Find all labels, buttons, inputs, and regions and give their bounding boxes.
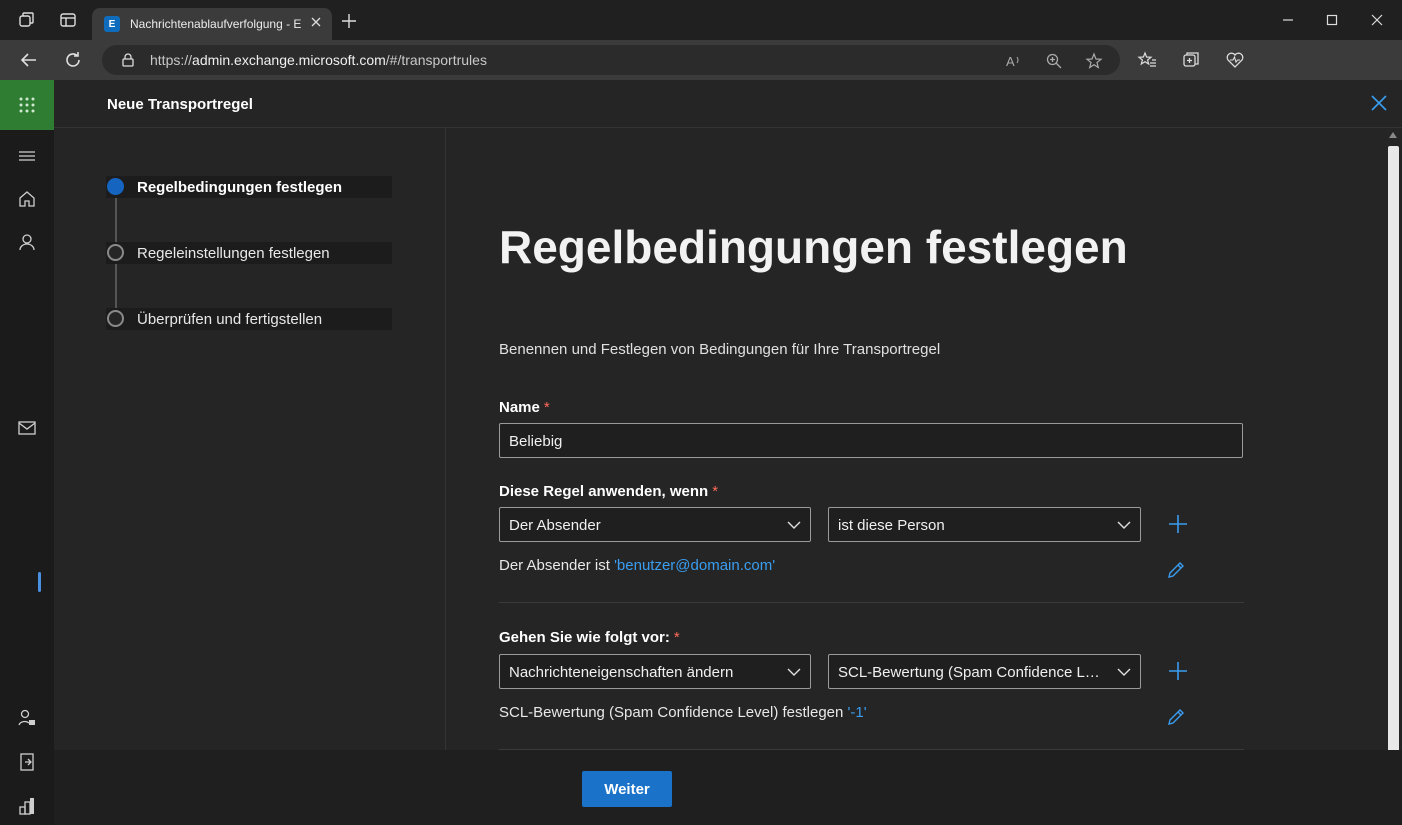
name-label: Name *: [499, 399, 550, 416]
dropdown-value: Nachrichteneigenschaften ändern: [509, 664, 734, 681]
page-description: Benennen und Festlegen von Bedingungen f…: [499, 341, 941, 358]
url-text: https://admin.exchange.microsoft.com/#/t…: [150, 52, 487, 68]
workspaces-icon[interactable]: [17, 10, 37, 30]
step-label: Regeleinstellungen festlegen: [137, 244, 330, 262]
chevron-down-icon: [1116, 665, 1132, 679]
required-marker: *: [543, 399, 550, 416]
wizard-steps: Regelbedingungen festlegen Regeleinstell…: [54, 128, 446, 750]
address-bar[interactable]: https://admin.exchange.microsoft.com/#/t…: [102, 45, 1120, 75]
page-title: Regelbedingungen festlegen: [499, 221, 1128, 273]
tab-title: Nachrichtenablaufverfolgung - E: [130, 17, 302, 31]
migration-icon[interactable]: [17, 752, 37, 772]
url-prefix: https://: [150, 52, 193, 68]
condition-label: Diese Regel anwenden, wenn *: [499, 483, 718, 500]
tab-actions-icon[interactable]: [58, 10, 78, 30]
add-action-plus-icon[interactable]: [1167, 660, 1189, 682]
scroll-up-arrow-icon[interactable]: [1389, 132, 1397, 138]
required-marker: *: [712, 483, 719, 500]
panel-footer: Weiter: [54, 750, 1402, 825]
condition-predicate-dropdown[interactable]: ist diese Person: [828, 507, 1141, 542]
home-icon[interactable]: [17, 189, 37, 209]
refresh-icon[interactable]: [63, 50, 83, 70]
read-aloud-icon[interactable]: A: [1005, 52, 1023, 70]
condition-subject-dropdown[interactable]: Der Absender: [499, 507, 811, 542]
url-path: /#/transportrules: [385, 52, 487, 68]
dropdown-value: SCL-Bewertung (Spam Confidence Lev...: [838, 664, 1101, 681]
minimize-icon[interactable]: [1280, 12, 1296, 28]
user-lock-icon[interactable]: [17, 708, 37, 728]
required-marker: *: [673, 629, 680, 646]
condition-value-link[interactable]: 'benutzer@domain.com': [614, 557, 775, 574]
tab-close-icon[interactable]: [308, 16, 324, 32]
wizard-content: Regelbedingungen festlegen Benennen und …: [447, 128, 1385, 750]
panel-close-icon[interactable]: [1370, 94, 1388, 112]
dropdown-value: ist diese Person: [838, 517, 945, 534]
action-type-dropdown[interactable]: Nachrichteneigenschaften ändern: [499, 654, 811, 689]
hamburger-menu-icon[interactable]: [17, 146, 37, 166]
new-transport-rule-panel: Neue Transportregel Regelbedingungen fes…: [54, 80, 1402, 825]
panel-title: Neue Transportregel: [107, 96, 253, 113]
panel-header: Neue Transportregel: [54, 80, 1402, 128]
svg-text:A: A: [1006, 54, 1015, 69]
user-icon[interactable]: [17, 232, 37, 252]
back-arrow-icon[interactable]: [19, 50, 39, 70]
action-label-text: Gehen Sie wie folgt vor:: [499, 629, 670, 646]
chevron-down-icon: [786, 665, 802, 679]
step-label: Überprüfen und fertigstellen: [137, 310, 323, 328]
maximize-icon[interactable]: [1324, 12, 1340, 28]
browser-toolbar: https://admin.exchange.microsoft.com/#/t…: [0, 40, 1402, 115]
step-rule-conditions[interactable]: Regelbedingungen festlegen: [106, 176, 392, 198]
mail-icon[interactable]: [17, 418, 37, 438]
zoom-icon[interactable]: [1045, 52, 1063, 70]
browser-essentials-icon[interactable]: [1225, 50, 1245, 70]
app-navigation-rail: [0, 80, 54, 825]
name-input[interactable]: Beliebig: [499, 423, 1243, 458]
name-label-text: Name: [499, 399, 540, 416]
action-value-link[interactable]: '-1': [848, 704, 867, 721]
scroll-thumb[interactable]: [1388, 146, 1399, 753]
next-button[interactable]: Weiter: [582, 771, 672, 807]
active-nav-indicator: [38, 572, 41, 592]
browser-tab-active[interactable]: E Nachrichtenablaufverfolgung - E: [92, 8, 332, 40]
step-indicator: [107, 244, 124, 261]
condition-summary: Der Absender ist 'benutzer@domain.com': [499, 557, 775, 574]
add-condition-plus-icon[interactable]: [1167, 513, 1189, 535]
exchange-favicon-icon: E: [104, 16, 120, 32]
action-summary: SCL-Bewertung (Spam Confidence Level) fe…: [499, 704, 867, 721]
reports-icon[interactable]: [17, 796, 37, 816]
content-scrollbar[interactable]: [1385, 128, 1402, 753]
chevron-down-icon: [786, 518, 802, 532]
edit-condition-pencil-icon[interactable]: [1166, 560, 1186, 580]
action-summary-text: SCL-Bewertung (Spam Confidence Level) fe…: [499, 704, 848, 721]
edit-action-pencil-icon[interactable]: [1166, 707, 1186, 727]
action-label: Gehen Sie wie folgt vor: *: [499, 629, 680, 646]
app-launcher-waffle-icon[interactable]: [0, 80, 54, 130]
window-close-icon[interactable]: [1369, 12, 1385, 28]
lock-icon[interactable]: [120, 52, 136, 68]
url-host: admin.exchange.microsoft.com: [192, 52, 386, 68]
step-indicator-active: [107, 178, 124, 195]
step-label: Regelbedingungen festlegen: [137, 178, 343, 196]
dropdown-value: Der Absender: [509, 517, 601, 534]
step-rule-settings[interactable]: Regeleinstellungen festlegen: [106, 242, 392, 264]
condition-label-text: Diese Regel anwenden, wenn: [499, 483, 709, 500]
chevron-down-icon: [1116, 518, 1132, 532]
collections-icon[interactable]: [1181, 50, 1201, 70]
condition-summary-text: Der Absender ist: [499, 557, 615, 574]
step-review-finish[interactable]: Überprüfen und fertigstellen: [106, 308, 392, 330]
favorite-star-icon[interactable]: [1085, 52, 1103, 70]
new-tab-icon[interactable]: [340, 12, 358, 30]
browser-tab-bar: E Nachrichtenablaufverfolgung - E: [0, 0, 1402, 40]
section-divider: [499, 602, 1244, 603]
step-indicator: [107, 310, 124, 327]
action-property-dropdown[interactable]: SCL-Bewertung (Spam Confidence Lev...: [828, 654, 1141, 689]
favorites-icon[interactable]: [1137, 50, 1157, 70]
